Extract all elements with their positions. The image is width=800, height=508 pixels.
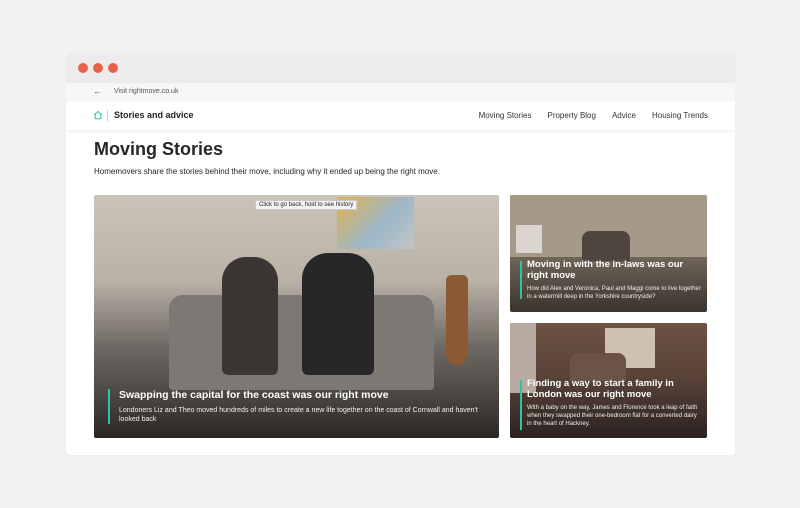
story-description: Londoners Liz and Theo moved hundreds of… bbox=[119, 407, 478, 424]
accent-bar bbox=[520, 380, 522, 430]
back-tooltip: Click to go back, hold to see history bbox=[255, 200, 358, 210]
person-left bbox=[222, 257, 278, 375]
page-title: Moving Stories bbox=[94, 139, 224, 159]
story-card-main[interactable]: Swapping the capital for the coast was o… bbox=[94, 195, 499, 438]
guitar bbox=[446, 275, 468, 365]
story-card-inlaws[interactable]: Moving in with the in-laws was our right… bbox=[510, 195, 707, 312]
title-bar bbox=[66, 53, 735, 83]
accent-bar bbox=[108, 389, 110, 424]
nav-link-housing-trends[interactable]: Housing Trends bbox=[652, 111, 708, 120]
page-subtitle: Homemovers share the stories behind thei… bbox=[94, 167, 440, 176]
group-of-people bbox=[582, 231, 630, 261]
accent-bar bbox=[520, 261, 522, 299]
browser-window: ← Visit rightmove.co.uk Stories and advi… bbox=[66, 53, 735, 455]
nav-divider bbox=[107, 110, 108, 121]
close-dot[interactable] bbox=[78, 63, 88, 73]
visit-bar: ← Visit rightmove.co.uk bbox=[66, 83, 735, 101]
story-title[interactable]: Swapping the capital for the coast was o… bbox=[119, 389, 489, 401]
story-description: With a baby on the way, James and Floren… bbox=[527, 405, 698, 427]
nav-links: Moving Stories Property Blog Advice Hous… bbox=[479, 111, 708, 120]
people-at-table bbox=[570, 353, 626, 381]
nav-link-advice[interactable]: Advice bbox=[612, 111, 636, 120]
maximize-dot[interactable] bbox=[108, 63, 118, 73]
story-title[interactable]: Finding a way to start a family in Londo… bbox=[527, 378, 703, 400]
story-title[interactable]: Moving in with the in-laws was our right… bbox=[527, 259, 703, 281]
nav-link-moving-stories[interactable]: Moving Stories bbox=[479, 111, 532, 120]
nav-link-property-blog[interactable]: Property Blog bbox=[547, 111, 595, 120]
person-right bbox=[302, 253, 374, 375]
back-arrow-icon[interactable]: ← bbox=[93, 86, 102, 96]
home-icon[interactable] bbox=[93, 110, 103, 120]
story-description: How did Alex and Veronica, Paul and Magg… bbox=[527, 286, 701, 300]
site-nav: Stories and advice Moving Stories Proper… bbox=[66, 101, 735, 130]
story-card-family[interactable]: Finding a way to start a family in Londo… bbox=[510, 323, 707, 438]
visit-link[interactable]: Visit rightmove.co.uk bbox=[114, 88, 178, 95]
minimize-dot[interactable] bbox=[93, 63, 103, 73]
brand-title[interactable]: Stories and advice bbox=[114, 110, 194, 120]
window bbox=[516, 225, 542, 253]
